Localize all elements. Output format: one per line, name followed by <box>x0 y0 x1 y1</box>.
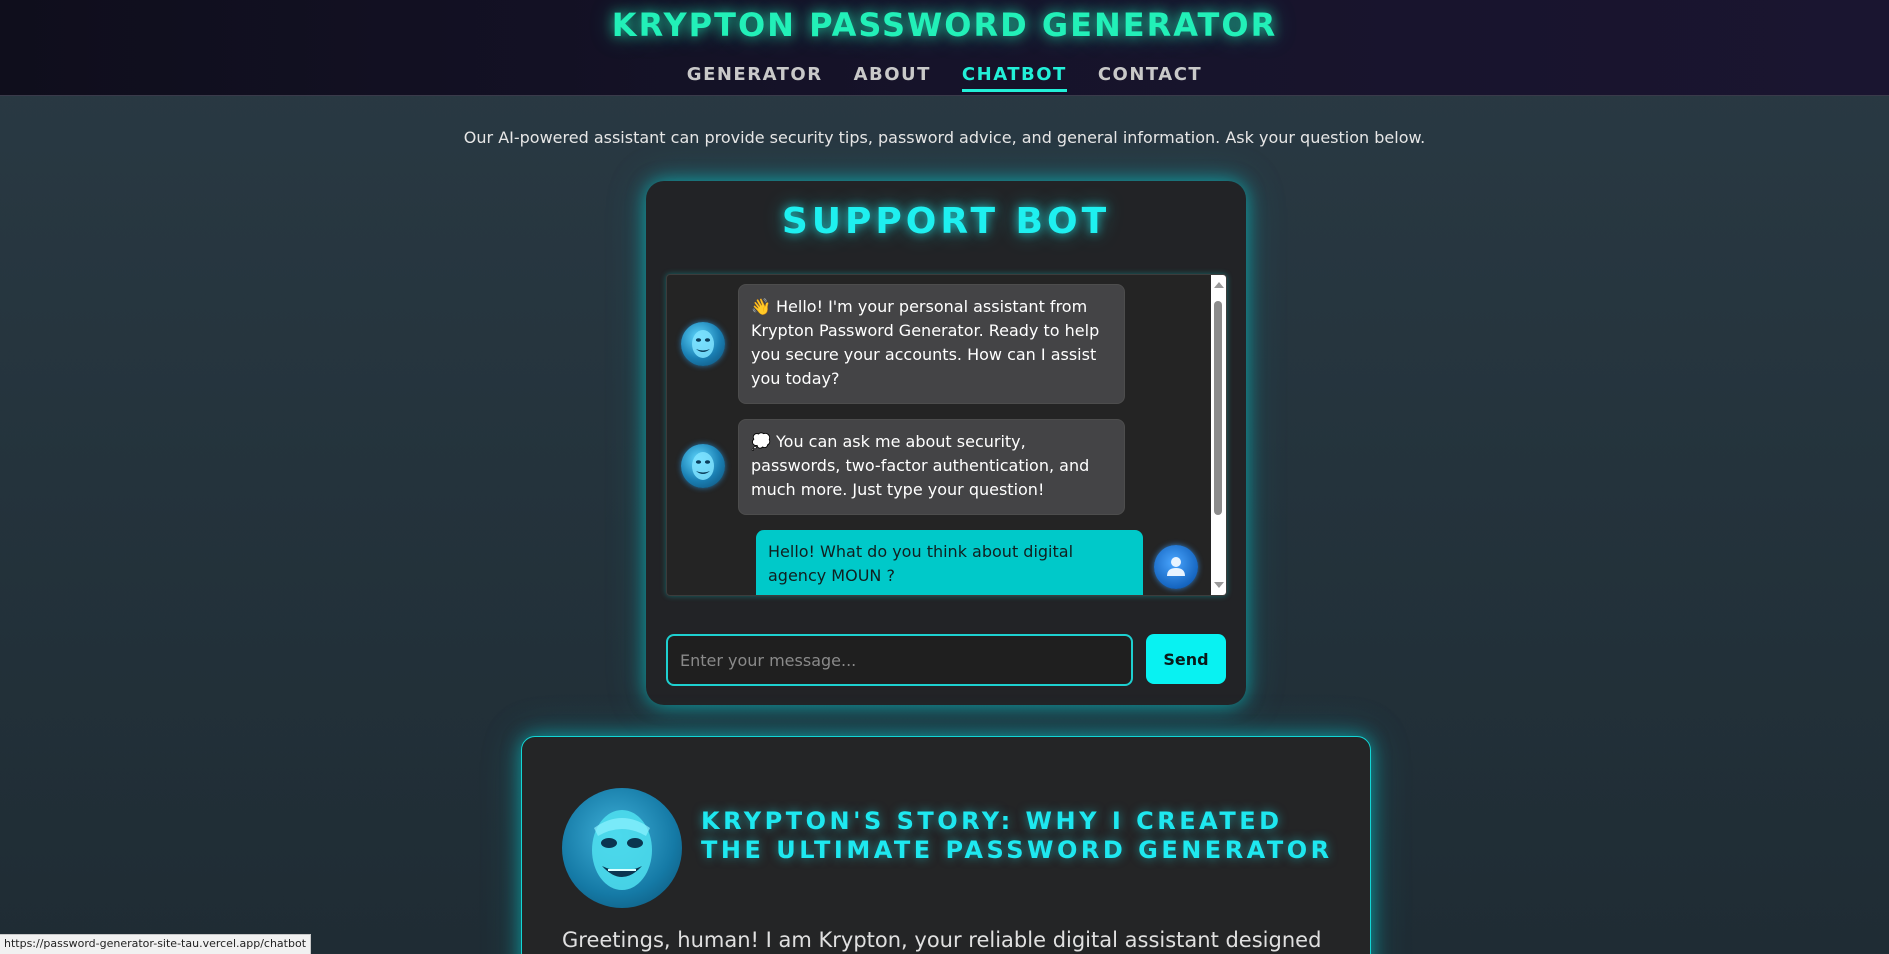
user-avatar <box>1154 545 1198 589</box>
story-card: KRYPTON'S STORY: WHY I CREATED THE ULTIM… <box>521 736 1371 954</box>
story-text: Greetings, human! I am Krypton, your rel… <box>562 928 1322 952</box>
mask-icon <box>692 452 714 480</box>
scroll-down-arrow-icon[interactable] <box>1214 582 1224 588</box>
site-header: KRYPTON PASSWORD GENERATOR GENERATOR ABO… <box>0 0 1889 96</box>
scroll-up-arrow-icon[interactable] <box>1214 282 1224 288</box>
nav-contact[interactable]: CONTACT <box>1098 64 1202 92</box>
bot-message: 👋 Hello! I'm your personal assistant fro… <box>738 284 1125 404</box>
chatbot-title: SUPPORT BOT <box>781 201 1111 242</box>
bot-avatar <box>681 444 725 488</box>
send-button[interactable]: Send <box>1146 634 1226 684</box>
bot-avatar <box>681 322 725 366</box>
chat-scrollbar[interactable] <box>1211 275 1226 595</box>
nav-chatbot[interactable]: CHATBOT <box>961 64 1067 92</box>
chatbot-intro-text: Our AI-powered assistant can provide sec… <box>463 128 1426 147</box>
main-nav: GENERATOR ABOUT CHATBOT CONTACT <box>0 64 1889 92</box>
user-message: Hello! What do you think about digital a… <box>756 530 1143 595</box>
mask-icon <box>592 810 652 890</box>
krypton-avatar <box>562 788 682 908</box>
message-input[interactable] <box>666 634 1133 686</box>
chat-messages-window[interactable]: 👋 Hello! I'm your personal assistant fro… <box>666 274 1227 596</box>
bot-message: 💭 You can ask me about security, passwor… <box>738 419 1125 515</box>
site-title: KRYPTON PASSWORD GENERATOR <box>611 6 1278 44</box>
chatbot-card: SUPPORT BOT 👋 Hello! I'm your personal a… <box>646 181 1246 705</box>
story-title: KRYPTON'S STORY: WHY I CREATED THE ULTIM… <box>701 807 1333 864</box>
user-icon <box>1167 557 1185 576</box>
mask-icon <box>692 330 714 358</box>
nav-generator[interactable]: GENERATOR <box>687 64 823 92</box>
link-status-bar: https://password-generator-site-tau.verc… <box>0 934 312 954</box>
nav-about[interactable]: ABOUT <box>854 64 931 92</box>
scroll-thumb[interactable] <box>1214 301 1222 515</box>
